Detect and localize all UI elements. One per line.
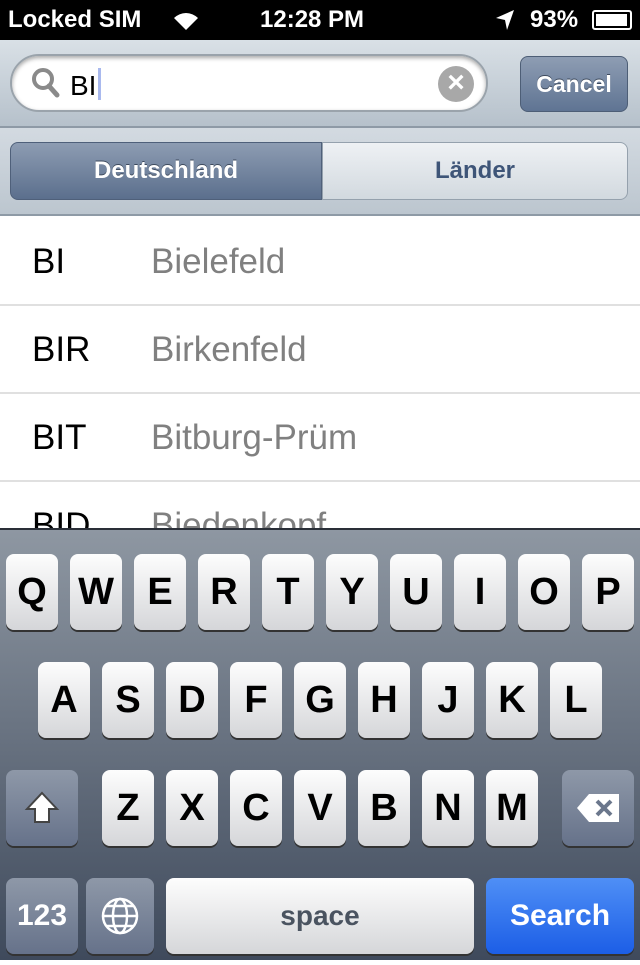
plate-code: BID	[32, 506, 91, 528]
space-key[interactable]: space	[166, 878, 474, 954]
key-v[interactable]: V	[294, 770, 346, 846]
backspace-icon	[577, 794, 619, 822]
key-q[interactable]: Q	[6, 554, 58, 630]
key-g[interactable]: G	[294, 662, 346, 738]
globe-key[interactable]	[86, 878, 154, 954]
numbers-key[interactable]: 123	[6, 878, 78, 954]
district-name: Birkenfeld	[151, 330, 307, 369]
search-value: BI	[70, 70, 97, 101]
key-s[interactable]: S	[102, 662, 154, 738]
key-r[interactable]: R	[198, 554, 250, 630]
key-w[interactable]: W	[70, 554, 122, 630]
key-z[interactable]: Z	[102, 770, 154, 846]
key-m[interactable]: M	[486, 770, 538, 846]
search-key[interactable]: Search	[486, 878, 634, 954]
battery-percent: 93%	[530, 6, 579, 33]
scope-bar: Deutschland Länder	[0, 128, 640, 216]
text-cursor	[98, 68, 102, 100]
key-l[interactable]: L	[550, 662, 602, 738]
key-u[interactable]: U	[390, 554, 442, 630]
key-n[interactable]: N	[422, 770, 474, 846]
carrier: Locked SIM	[8, 6, 142, 33]
district-name: Bitburg-Prüm	[151, 418, 358, 457]
shift-key[interactable]	[6, 770, 78, 846]
search-bar: BI × Cancel	[0, 40, 640, 128]
plate-code: BIR	[32, 330, 91, 369]
key-c[interactable]: C	[230, 770, 282, 846]
clear-icon[interactable]: ×	[438, 66, 474, 102]
key-j[interactable]: J	[422, 662, 474, 738]
key-e[interactable]: E	[134, 554, 186, 630]
key-b[interactable]: B	[358, 770, 410, 846]
key-d[interactable]: D	[166, 662, 218, 738]
key-h[interactable]: H	[358, 662, 410, 738]
search-icon	[32, 68, 60, 98]
district-name: Bielefeld	[151, 242, 286, 281]
key-a[interactable]: A	[38, 662, 90, 738]
key-t[interactable]: T	[262, 554, 314, 630]
plate-code: BIT	[32, 418, 87, 457]
key-o[interactable]: O	[518, 554, 570, 630]
globe-icon	[101, 897, 139, 935]
shift-icon	[24, 791, 60, 823]
search-input[interactable]: BI ×	[10, 54, 488, 112]
list-item[interactable]: BIR Birkenfeld	[0, 306, 640, 394]
location-icon	[496, 10, 514, 30]
key-x[interactable]: X	[166, 770, 218, 846]
list-item[interactable]: BI Bielefeld	[0, 218, 640, 306]
key-k[interactable]: K	[486, 662, 538, 738]
list-item[interactable]: BIT Bitburg-Prüm	[0, 394, 640, 482]
key-p[interactable]: P	[582, 554, 634, 630]
wifi-icon	[174, 13, 198, 30]
district-name: Biedenkopf	[151, 506, 327, 528]
results-list[interactable]: BI Bielefeld BIR Birkenfeld BIT Bitburg-Prüm B…	[0, 218, 640, 528]
list-item[interactable]: BID Biedenkopf	[0, 482, 640, 528]
key-i[interactable]: I	[454, 554, 506, 630]
key-y[interactable]: Y	[326, 554, 378, 630]
keyboard: Q W E R T Y U I O P A S D F G H J K L Z X C V B N M 123 space Search	[0, 528, 640, 960]
battery-icon	[592, 10, 632, 30]
plate-code: BI	[32, 242, 66, 281]
status-bar: Locked SIM 12:28 PM 93%	[0, 0, 640, 40]
scope-laender[interactable]: Länder	[322, 142, 628, 200]
cancel-button[interactable]: Cancel	[520, 56, 628, 112]
clock: 12:28 PM	[260, 6, 365, 33]
scope-deutschland[interactable]: Deutschland	[10, 142, 322, 200]
delete-key[interactable]	[562, 770, 634, 846]
key-f[interactable]: F	[230, 662, 282, 738]
